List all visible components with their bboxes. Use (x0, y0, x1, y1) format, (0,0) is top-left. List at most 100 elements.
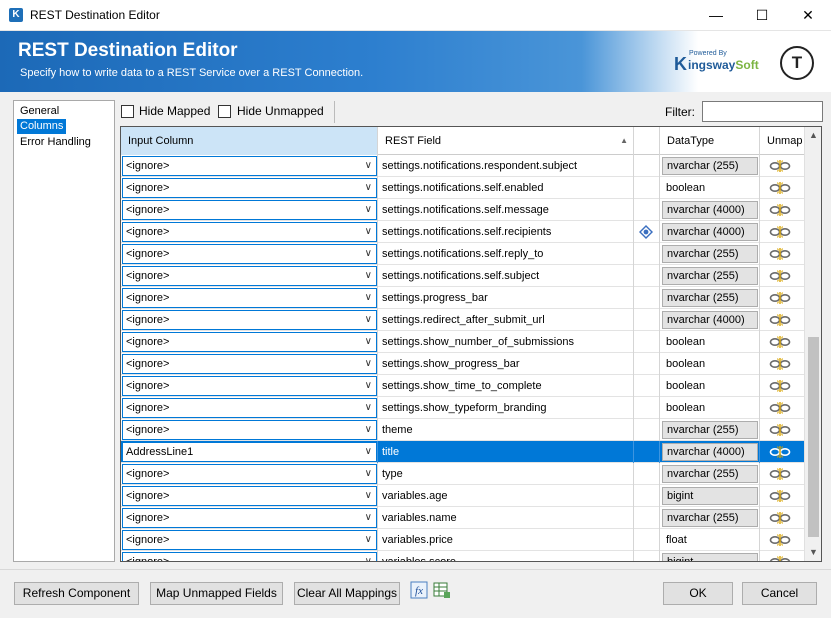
chevron-down-icon[interactable]: ∨ (365, 289, 372, 307)
input-column-dropdown[interactable]: <ignore> ∨ (122, 310, 377, 330)
chevron-down-icon[interactable]: ∨ (365, 465, 372, 483)
table-row[interactable]: <ignore> ∨ settings.notifications.self.rep… (121, 243, 805, 265)
table-row[interactable]: <ignore> ∨ settings.notifications.self.ena… (121, 177, 805, 199)
unmap-link-icon[interactable] (769, 423, 791, 437)
input-column-dropdown[interactable]: <ignore> ∨ (122, 376, 377, 396)
chevron-down-icon[interactable]: ∨ (365, 531, 372, 549)
chevron-down-icon[interactable]: ∨ (365, 487, 372, 505)
cancel-button[interactable]: Cancel (742, 582, 817, 605)
table-row[interactable]: <ignore> ∨ settings.notifications.self.sub… (121, 265, 805, 287)
nav-item-error-handling[interactable]: Error Handling (17, 135, 94, 150)
chevron-down-icon[interactable]: ∨ (365, 377, 372, 395)
table-row[interactable]: <ignore> ∨ settings.redirect_after_submit_… (121, 309, 805, 331)
datatype-button[interactable]: nvarchar (4000) (662, 443, 758, 461)
table-row[interactable]: <ignore> ∨ settings.show_time_to_complete b… (121, 375, 805, 397)
table-row[interactable]: <ignore> ∨ variables.name nvarchar (255) (121, 507, 805, 529)
input-column-dropdown[interactable]: <ignore> ∨ (122, 266, 377, 286)
chevron-down-icon[interactable]: ∨ (365, 267, 372, 285)
chevron-down-icon[interactable]: ∨ (365, 509, 372, 527)
table-row[interactable]: <ignore> ∨ settings.show_number_of_submiss… (121, 331, 805, 353)
chevron-down-icon[interactable]: ∨ (365, 245, 372, 263)
refresh-component-button[interactable]: Refresh Component (14, 582, 139, 605)
unmap-link-icon[interactable] (769, 181, 791, 195)
chevron-down-icon[interactable]: ∨ (365, 157, 372, 175)
nav-item-general[interactable]: General (17, 104, 62, 119)
chevron-down-icon[interactable]: ∨ (365, 421, 372, 439)
table-row[interactable]: <ignore> ∨ settings.notifications.self.mes… (121, 199, 805, 221)
input-column-dropdown[interactable]: <ignore> ∨ (122, 354, 377, 374)
table-row[interactable]: <ignore> ∨ variables.price float (121, 529, 805, 551)
unmap-link-icon[interactable] (769, 203, 791, 217)
rest-field-header[interactable]: REST Field ▲ (378, 127, 634, 155)
grid-scrollbar[interactable]: ▲ ▼ (804, 127, 821, 561)
unmap-link-icon[interactable] (769, 467, 791, 481)
ok-button[interactable]: OK (663, 582, 733, 605)
hide-unmapped-checkbox[interactable] (218, 105, 231, 118)
datatype-button[interactable]: nvarchar (4000) (662, 223, 758, 241)
datatype-button[interactable]: bigint (662, 553, 758, 561)
input-column-dropdown[interactable]: <ignore> ∨ (122, 288, 377, 308)
datatype-button[interactable]: nvarchar (4000) (662, 201, 758, 219)
maximize-button[interactable]: ☐ (739, 0, 785, 31)
unmap-link-icon[interactable] (769, 291, 791, 305)
datatype-button[interactable]: nvarchar (255) (662, 157, 758, 175)
unmap-link-icon[interactable] (769, 313, 791, 327)
table-row[interactable]: <ignore> ∨ settings.notifications.responde… (121, 155, 805, 177)
input-column-dropdown[interactable]: <ignore> ∨ (122, 222, 377, 242)
input-column-dropdown[interactable]: <ignore> ∨ (122, 530, 377, 550)
map-unmapped-fields-button[interactable]: Map Unmapped Fields (150, 582, 283, 605)
unmap-link-icon[interactable] (769, 225, 791, 239)
chevron-down-icon[interactable]: ∨ (365, 399, 372, 417)
chevron-down-icon[interactable]: ∨ (365, 311, 372, 329)
input-column-dropdown[interactable]: <ignore> ∨ (122, 552, 377, 561)
unmap-link-icon[interactable] (769, 269, 791, 283)
close-button[interactable]: ✕ (785, 0, 831, 31)
table-row[interactable]: <ignore> ∨ settings.show_typeform_branding… (121, 397, 805, 419)
unmap-link-icon[interactable] (769, 401, 791, 415)
scroll-down-icon[interactable]: ▼ (805, 544, 822, 561)
chevron-down-icon[interactable]: ∨ (365, 179, 372, 197)
input-column-dropdown[interactable]: <ignore> ∨ (122, 332, 377, 352)
unmap-link-icon[interactable] (769, 335, 791, 349)
filter-input[interactable] (702, 101, 823, 122)
chevron-down-icon[interactable]: ∨ (365, 333, 372, 351)
datatype-button[interactable]: bigint (662, 487, 758, 505)
datatype-button[interactable]: nvarchar (255) (662, 509, 758, 527)
datatype-button[interactable]: nvarchar (255) (662, 289, 758, 307)
minimize-button[interactable]: — (693, 0, 739, 31)
datatype-button[interactable]: nvarchar (255) (662, 245, 758, 263)
table-row[interactable]: <ignore> ∨ theme nvarchar (255) (121, 419, 805, 441)
unmap-link-icon[interactable] (769, 357, 791, 371)
clear-all-mappings-button[interactable]: Clear All Mappings (294, 582, 400, 605)
unmap-link-icon[interactable] (769, 555, 791, 562)
input-column-dropdown[interactable]: <ignore> ∨ (122, 508, 377, 528)
chevron-down-icon[interactable]: ∨ (365, 355, 372, 373)
unmap-link-icon[interactable] (769, 511, 791, 525)
input-column-header[interactable]: Input Column (121, 127, 378, 155)
input-column-dropdown[interactable]: <ignore> ∨ (122, 420, 377, 440)
avatar[interactable]: T (780, 46, 814, 80)
datatype-button[interactable]: nvarchar (255) (662, 465, 758, 483)
unmap-link-icon[interactable] (769, 379, 791, 393)
chevron-down-icon[interactable]: ∨ (365, 553, 372, 561)
hide-mapped-checkbox[interactable] (121, 105, 134, 118)
datatype-button[interactable]: nvarchar (255) (662, 421, 758, 439)
chevron-down-icon[interactable]: ∨ (365, 223, 372, 241)
scroll-up-icon[interactable]: ▲ (805, 127, 822, 144)
table-row[interactable]: <ignore> ∨ type nvarchar (255) (121, 463, 805, 485)
scroll-thumb[interactable] (808, 337, 819, 537)
table-row[interactable]: <ignore> ∨ settings.progress_bar nvarchar (… (121, 287, 805, 309)
table-row[interactable]: <ignore> ∨ settings.notifications.self.rec… (121, 221, 805, 243)
unmap-link-icon[interactable] (769, 489, 791, 503)
nav-item-columns[interactable]: Columns (17, 119, 67, 134)
fx-icon[interactable]: fx (410, 581, 428, 599)
table-row[interactable]: AddressLine1 ∨ title nvarchar (4000) (121, 441, 805, 463)
input-column-dropdown[interactable]: <ignore> ∨ (122, 398, 377, 418)
table-row[interactable]: <ignore> ∨ variables.age bigint (121, 485, 805, 507)
unmap-link-icon[interactable] (769, 159, 791, 173)
datatype-header[interactable]: DataType (660, 127, 760, 155)
datatype-button[interactable]: nvarchar (255) (662, 267, 758, 285)
unmap-link-icon[interactable] (769, 247, 791, 261)
input-column-dropdown[interactable]: <ignore> ∨ (122, 200, 377, 220)
input-column-dropdown[interactable]: AddressLine1 ∨ (122, 442, 377, 462)
